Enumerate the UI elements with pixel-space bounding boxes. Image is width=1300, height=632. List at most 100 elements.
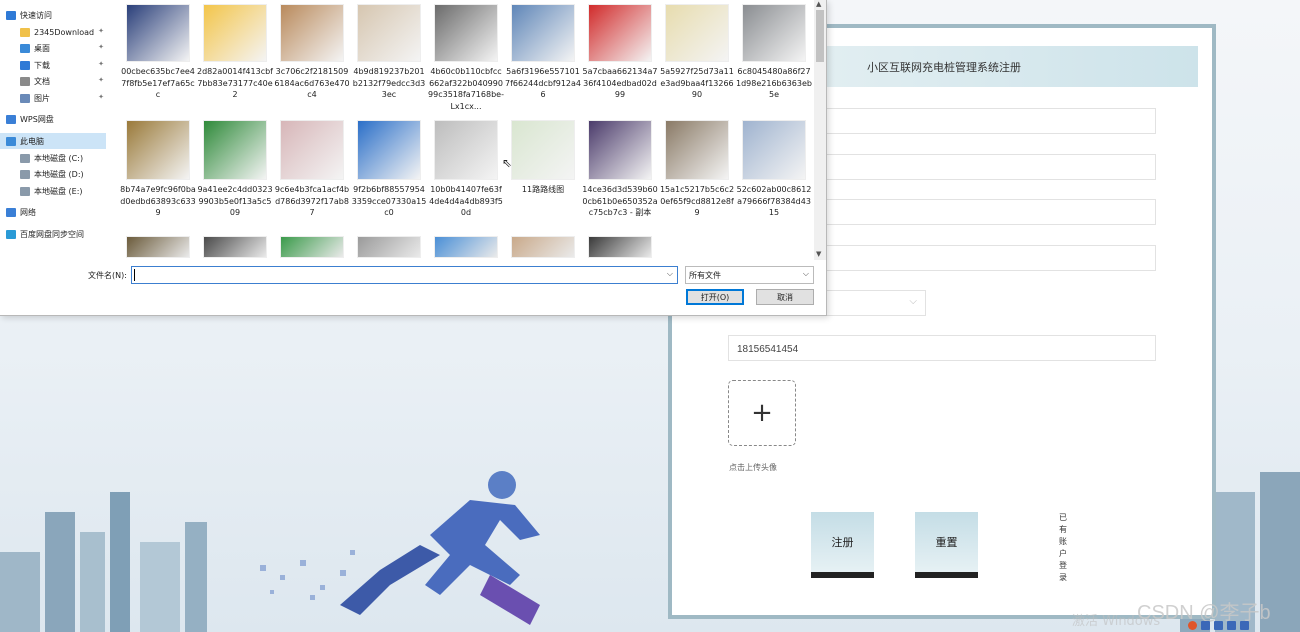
register-button[interactable]: 注册 — [811, 512, 874, 578]
file-item[interactable]: 52c602ab00c8612a79666f78384d4315 — [736, 118, 812, 236]
file-name: 15a1c5217b5c6c20ef65f9cd8812e8f9 — [659, 185, 735, 217]
file-name: 14ce36d3d539b600cb61b0e650352ac75cb7c3 -… — [582, 185, 658, 217]
registration-title: 小区互联网充电桩管理系统注册 — [867, 61, 1021, 74]
file-thumbnail — [588, 120, 652, 180]
file-item[interactable]: 9c6e4b3fca1acf4bd786d3972f17ab87 — [274, 118, 350, 236]
pin-icon: ✦ — [98, 60, 104, 68]
filename-input[interactable]: ⌵ — [131, 266, 678, 284]
drive-icon — [20, 169, 30, 179]
file-item[interactable]: 4b60c0b110cbfcc662af322b04099099c3518fa7… — [428, 2, 504, 120]
nav-item-label: 快速访问 — [20, 10, 52, 20]
file-item[interactable]: 14ce36d3d539b600cb61b0e650352ac75cb7c3 -… — [582, 118, 658, 236]
nav-item[interactable]: 本地磁盘 (D:) — [0, 166, 106, 182]
text-caret — [134, 269, 135, 281]
file-item[interactable]: 00cbec635bc7ee47f8fb5e17ef7a65cc — [120, 2, 196, 120]
chevron-down-icon: ⌵ — [802, 269, 809, 278]
scroll-up-icon[interactable]: ▲ — [816, 0, 821, 8]
file-name: 9a41ee2c4dd03239903b5e0f13a5c509 — [197, 185, 273, 217]
file-thumbnail — [665, 4, 729, 62]
file-type-filter[interactable]: 所有文件 ⌵ — [685, 266, 814, 284]
network-icon — [6, 207, 16, 217]
system-tray — [1188, 618, 1300, 632]
nav-item[interactable]: 百度网盘同步空间 — [0, 226, 106, 242]
file-item[interactable]: 8b74a7e9fc96f0bad0edbd63893c6339 — [120, 118, 196, 236]
nav-item-label: 下载 — [34, 60, 50, 70]
file-type-value: 所有文件 — [689, 271, 721, 280]
file-item[interactable]: 4b9d819237b201b2132f79edcc3d33ec — [351, 2, 427, 120]
nav-item[interactable]: 本地磁盘 (C:) — [0, 150, 106, 166]
nav-item-label: WPS网盘 — [20, 114, 54, 124]
star-icon — [6, 10, 16, 20]
file-item[interactable]: 5a6f3196e5571017f66244dcbf912a46 — [505, 2, 581, 120]
file-thumbnail — [511, 120, 575, 180]
file-thumbnail — [511, 4, 575, 62]
nav-item-label: 本地磁盘 (E:) — [34, 186, 83, 196]
file-thumbnail[interactable] — [203, 236, 267, 258]
file-thumbnail — [280, 4, 344, 62]
file-item[interactable]: 2d82a0014f413cbf7bb83e73177c40e2 — [197, 2, 273, 120]
file-name: 8b74a7e9fc96f0bad0edbd63893c6339 — [120, 185, 196, 217]
nav-item-label: 桌面 — [34, 43, 50, 53]
phone-field[interactable]: 18156541454 — [728, 335, 1156, 361]
file-thumbnail — [357, 4, 421, 62]
file-item[interactable]: 15a1c5217b5c6c20ef65f9cd8812e8f9 — [659, 118, 735, 236]
reset-button[interactable]: 重置 — [915, 512, 978, 578]
file-item[interactable]: 5a7cbaa662134a736f4104edbad02d99 — [582, 2, 658, 120]
nav-item[interactable]: 图片 ✦ — [0, 90, 106, 106]
file-name: 5a5927f25d73a11e3ad9baa4f1326690 — [660, 67, 734, 99]
plus-icon: + — [751, 398, 773, 428]
scroll-down-icon[interactable]: ▼ — [816, 250, 821, 258]
file-item[interactable]: 9f2b6bf885579543359cce07330a15c0 — [351, 118, 427, 236]
nav-item[interactable]: 2345Download ✦ — [0, 24, 106, 40]
nav-item[interactable]: WPS网盘 — [0, 111, 106, 127]
pin-icon: ✦ — [98, 43, 104, 51]
file-thumbnail[interactable] — [126, 236, 190, 258]
file-thumbnail[interactable] — [434, 236, 498, 258]
pin-icon: ✦ — [98, 76, 104, 84]
file-item[interactable]: 11路路线图 — [505, 118, 581, 236]
vertical-scrollbar[interactable]: ▲ ▼ — [814, 0, 826, 260]
file-name: 52c602ab00c8612a79666f78384d4315 — [736, 185, 812, 217]
chevron-down-icon: ⌵ — [909, 296, 917, 307]
nav-item[interactable]: 下载 ✦ — [0, 57, 106, 73]
file-thumbnail — [280, 120, 344, 180]
file-name: 4b60c0b110cbfcc662af322b04099099c3518fa7… — [428, 67, 504, 111]
scrollbar-thumb[interactable] — [816, 10, 824, 62]
file-name: 11路路线图 — [521, 185, 565, 194]
drive-icon — [20, 153, 30, 163]
picture-icon — [20, 93, 30, 103]
open-button[interactable]: 打开(O) — [686, 289, 744, 305]
file-thumbnail[interactable] — [511, 236, 575, 258]
runner-illustration — [260, 471, 540, 625]
file-item[interactable]: 5a5927f25d73a11e3ad9baa4f1326690 — [659, 2, 735, 120]
tray-icon — [1214, 620, 1223, 630]
file-name: 5a6f3196e5571017f66244dcbf912a46 — [505, 67, 581, 99]
pin-icon: ✦ — [98, 27, 104, 35]
file-item[interactable]: 10b0b41407fe63f4de4d4a4db893f50d — [428, 118, 504, 236]
cloud-icon — [6, 114, 16, 124]
cancel-button[interactable]: 取消 — [756, 289, 814, 305]
file-item[interactable]: 9a41ee2c4dd03239903b5e0f13a5c509 — [197, 118, 273, 236]
file-thumbnail — [588, 4, 652, 62]
nav-item[interactable]: 网络 — [0, 204, 106, 220]
file-thumbnail[interactable] — [588, 236, 652, 258]
file-item[interactable]: 6c8045480a86f271d98e216b6363eb5e — [736, 2, 812, 120]
sync-icon — [6, 229, 16, 239]
nav-item[interactable]: 文档 ✦ — [0, 73, 106, 89]
folder-icon — [20, 27, 30, 37]
nav-item-label: 百度网盘同步空间 — [20, 229, 84, 239]
file-item[interactable]: 3c706c2f21815096184ac6d763e470c4 — [274, 2, 350, 120]
chevron-down-icon[interactable]: ⌵ — [667, 269, 673, 279]
file-thumbnail[interactable] — [280, 236, 344, 258]
nav-item[interactable]: 桌面 ✦ — [0, 40, 106, 56]
file-name: 00cbec635bc7ee47f8fb5e17ef7a65cc — [121, 67, 195, 99]
computer-icon — [6, 136, 16, 146]
nav-item[interactable]: 此电脑 — [0, 133, 106, 149]
login-link[interactable]: 已有账户登录 — [1059, 512, 1069, 584]
file-name: 6c8045480a86f271d98e216b6363eb5e — [736, 67, 812, 99]
nav-item[interactable]: 快速访问 — [0, 7, 106, 23]
file-thumbnail[interactable] — [357, 236, 421, 258]
file-thumbnail — [203, 4, 267, 62]
avatar-upload-button[interactable]: + — [728, 380, 796, 446]
nav-item[interactable]: 本地磁盘 (E:) — [0, 183, 106, 199]
